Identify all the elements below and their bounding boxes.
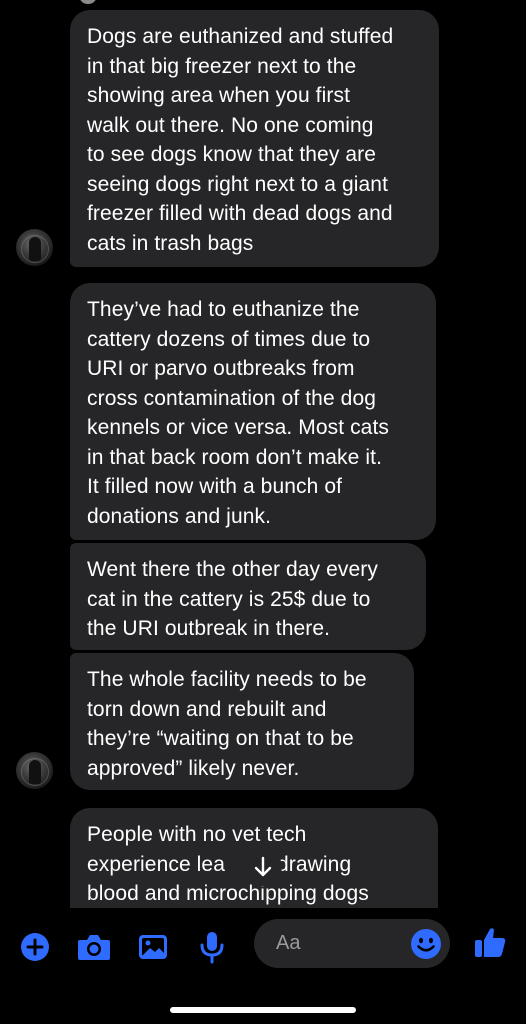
message-bubble[interactable]: They’ve had to euthanize the cattery doz… [70, 283, 436, 540]
microphone-icon [200, 932, 224, 964]
camera-icon [78, 935, 110, 960]
message-line: the URI outbreak in there. [87, 617, 331, 640]
message-input-pill [254, 919, 450, 968]
message-line: in that back room don’t make it. [87, 445, 383, 469]
plus-icon [21, 933, 49, 961]
emoji-icon[interactable] [410, 928, 442, 960]
message-line: torn down and rebuilt and [87, 697, 327, 721]
message-line: in that big freezer next to the [87, 54, 357, 78]
sender-avatar[interactable] [16, 229, 53, 266]
message-line: URI or parvo outbreaks from [87, 357, 355, 380]
message-line: donations and junk. [87, 504, 272, 528]
home-indicator[interactable] [170, 1007, 356, 1013]
message-line: cat in the cattery is 25$ due to [87, 587, 371, 611]
message-bubble[interactable]: Dogs are euthanized and stuffed in that … [70, 10, 439, 267]
message-line: showing area when you first [87, 84, 351, 107]
message-bubble[interactable]: The whole facility needs to be torn down… [70, 653, 414, 790]
scroll-to-bottom-button[interactable] [244, 848, 282, 886]
arrow-down-icon [254, 856, 272, 877]
message-line-part: drawing [277, 852, 352, 876]
message-thread[interactable]: Dogs are euthanized and stuffed in that … [0, 0, 526, 908]
image-icon [139, 935, 167, 959]
partial-avatar [80, 0, 96, 4]
message-line: they’re “waiting on that to be [87, 727, 354, 750]
camera-button[interactable] [75, 928, 113, 966]
message-line: Dogs are euthanized and stuffed [87, 25, 394, 48]
message-line: People with no vet tech [87, 823, 307, 846]
message-line: The whole facility needs to be [87, 668, 367, 691]
sender-avatar[interactable] [16, 752, 53, 789]
message-line: walk out there. No one coming [87, 113, 374, 137]
message-composer [0, 908, 526, 1024]
message-line: cats in trash bags [87, 231, 254, 255]
like-button[interactable] [471, 924, 509, 962]
message-line: They’ve had to euthanize the [87, 298, 360, 321]
message-line: cross contamination of the dog [87, 386, 377, 410]
message-line: approved” likely never. [87, 756, 300, 780]
gallery-button[interactable] [134, 928, 172, 966]
message-line: It filled now with a bunch of [87, 475, 343, 498]
message-line: Went there the other day every [87, 558, 378, 581]
message-line: kennels or vice versa. Most cats [87, 416, 389, 439]
add-button[interactable] [16, 928, 54, 966]
thumbs-up-icon [475, 928, 506, 957]
message-input[interactable] [276, 919, 406, 968]
message-line: freezer filled with dead dogs and [87, 202, 393, 225]
message-line-part: experience lea [87, 852, 225, 876]
voice-button[interactable] [193, 928, 231, 966]
message-line: seeing dogs right next to a giant [87, 172, 389, 196]
message-line: to see dogs know that they are [87, 143, 377, 166]
message-line: cattery dozens of times due to [87, 327, 371, 351]
message-bubble[interactable]: Went there the other day every cat in th… [70, 543, 426, 650]
